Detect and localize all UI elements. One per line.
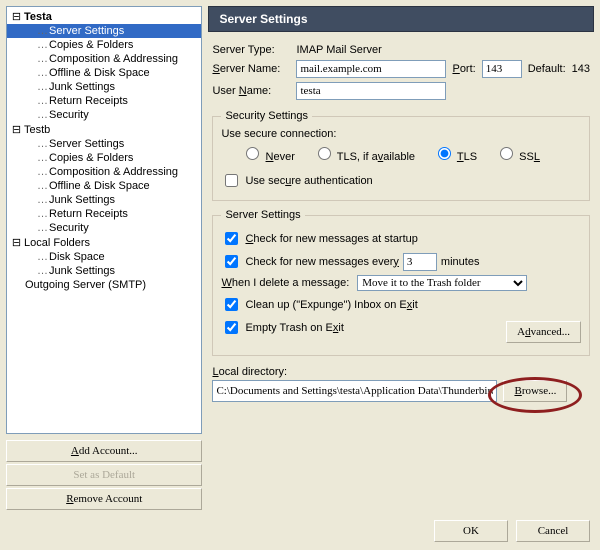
radio-ssl[interactable]: SSL	[495, 144, 540, 163]
tree-item-return-receipts[interactable]: Return Receipts	[7, 94, 201, 108]
tree-account-testa[interactable]: ⊟Testa	[7, 9, 201, 24]
default-port-value: 143	[572, 63, 590, 75]
port-label: Port:	[452, 63, 475, 75]
server-legend: Server Settings	[221, 209, 304, 221]
tree-item-disk-space[interactable]: Disk Space	[7, 250, 201, 264]
default-port-label: Default:	[528, 63, 566, 75]
secure-auth-checkbox[interactable]	[225, 174, 238, 187]
tree-item-server-settings[interactable]: Server Settings	[7, 24, 201, 38]
empty-trash-checkbox[interactable]	[225, 321, 238, 334]
local-dir-label: Local directory:	[212, 366, 590, 378]
tree-item-security[interactable]: Security	[7, 221, 201, 235]
tree-account-local[interactable]: ⊟Local Folders	[7, 235, 201, 250]
settings-panel: Server Settings Server Type: IMAP Mail S…	[208, 6, 594, 510]
account-sidebar: ⊟Testa Server Settings Copies & Folders …	[6, 6, 202, 510]
delete-action-select[interactable]: Move it to the Trash folder	[357, 275, 527, 291]
advanced-button[interactable]: Advanced...	[506, 321, 581, 343]
check-startup-label: Check for new messages at startup	[245, 233, 417, 245]
tree-item-server-settings[interactable]: Server Settings	[7, 137, 201, 151]
browse-button[interactable]: Browse...	[503, 380, 567, 402]
tree-item-return-receipts[interactable]: Return Receipts	[7, 207, 201, 221]
check-startup-checkbox[interactable]	[225, 232, 238, 245]
port-input[interactable]	[482, 60, 522, 78]
server-type-value: IMAP Mail Server	[296, 44, 381, 56]
tree-item-copies-folders[interactable]: Copies & Folders	[7, 38, 201, 52]
set-default-button: Set as Default	[6, 464, 202, 486]
tree-item-junk[interactable]: Junk Settings	[7, 193, 201, 207]
check-every-checkbox[interactable]	[225, 255, 238, 268]
account-tree[interactable]: ⊟Testa Server Settings Copies & Folders …	[6, 6, 202, 434]
security-settings-group: Security Settings Use secure connection:…	[212, 110, 590, 201]
radio-tls[interactable]: TLS	[433, 144, 477, 163]
empty-trash-label: Empty Trash on Exit	[245, 322, 343, 334]
expunge-label: Clean up ("Expunge") Inbox on Exit	[245, 299, 417, 311]
username-input[interactable]	[296, 82, 446, 100]
collapse-icon[interactable]: ⊟	[11, 123, 22, 136]
tree-item-composition[interactable]: Composition & Addressing	[7, 165, 201, 179]
panel-title: Server Settings	[208, 6, 594, 32]
radio-never[interactable]: Never	[241, 144, 294, 163]
delete-label: When I delete a message:	[221, 277, 349, 289]
local-dir-input[interactable]	[212, 380, 497, 402]
server-name-input[interactable]	[296, 60, 446, 78]
username-label: User Name:	[212, 85, 290, 97]
tree-item-composition[interactable]: Composition & Addressing	[7, 52, 201, 66]
remove-account-button[interactable]: Remove Account	[6, 488, 202, 510]
server-settings-group: Server Settings Check for new messages a…	[212, 209, 590, 356]
tree-item-security[interactable]: Security	[7, 108, 201, 122]
server-name-label: Server Name:	[212, 63, 290, 75]
expunge-checkbox[interactable]	[225, 298, 238, 311]
security-legend: Security Settings	[221, 110, 312, 122]
server-type-label: Server Type:	[212, 44, 290, 56]
tree-account-testb[interactable]: ⊟Testb	[7, 122, 201, 137]
tree-item-junk[interactable]: Junk Settings	[7, 264, 201, 278]
cancel-button[interactable]: Cancel	[516, 520, 590, 542]
tree-item-copies-folders[interactable]: Copies & Folders	[7, 151, 201, 165]
tree-item-offline[interactable]: Offline & Disk Space	[7, 179, 201, 193]
ok-button[interactable]: OK	[434, 520, 508, 542]
collapse-icon[interactable]: ⊟	[11, 236, 22, 249]
radio-tls-available[interactable]: TLS, if available	[313, 144, 415, 163]
check-every-label: Check for new messages every	[245, 256, 398, 268]
check-every-input[interactable]	[403, 253, 437, 271]
tree-item-junk[interactable]: Junk Settings	[7, 80, 201, 94]
minutes-label: minutes	[441, 256, 480, 268]
add-account-button[interactable]: Add Account...	[6, 440, 202, 462]
tree-item-outgoing[interactable]: Outgoing Server (SMTP)	[7, 278, 201, 292]
tree-item-offline[interactable]: Offline & Disk Space	[7, 66, 201, 80]
secure-connection-label: Use secure connection:	[221, 128, 581, 140]
collapse-icon[interactable]: ⊟	[11, 10, 22, 23]
secure-auth-label: Use secure authentication	[245, 175, 372, 187]
